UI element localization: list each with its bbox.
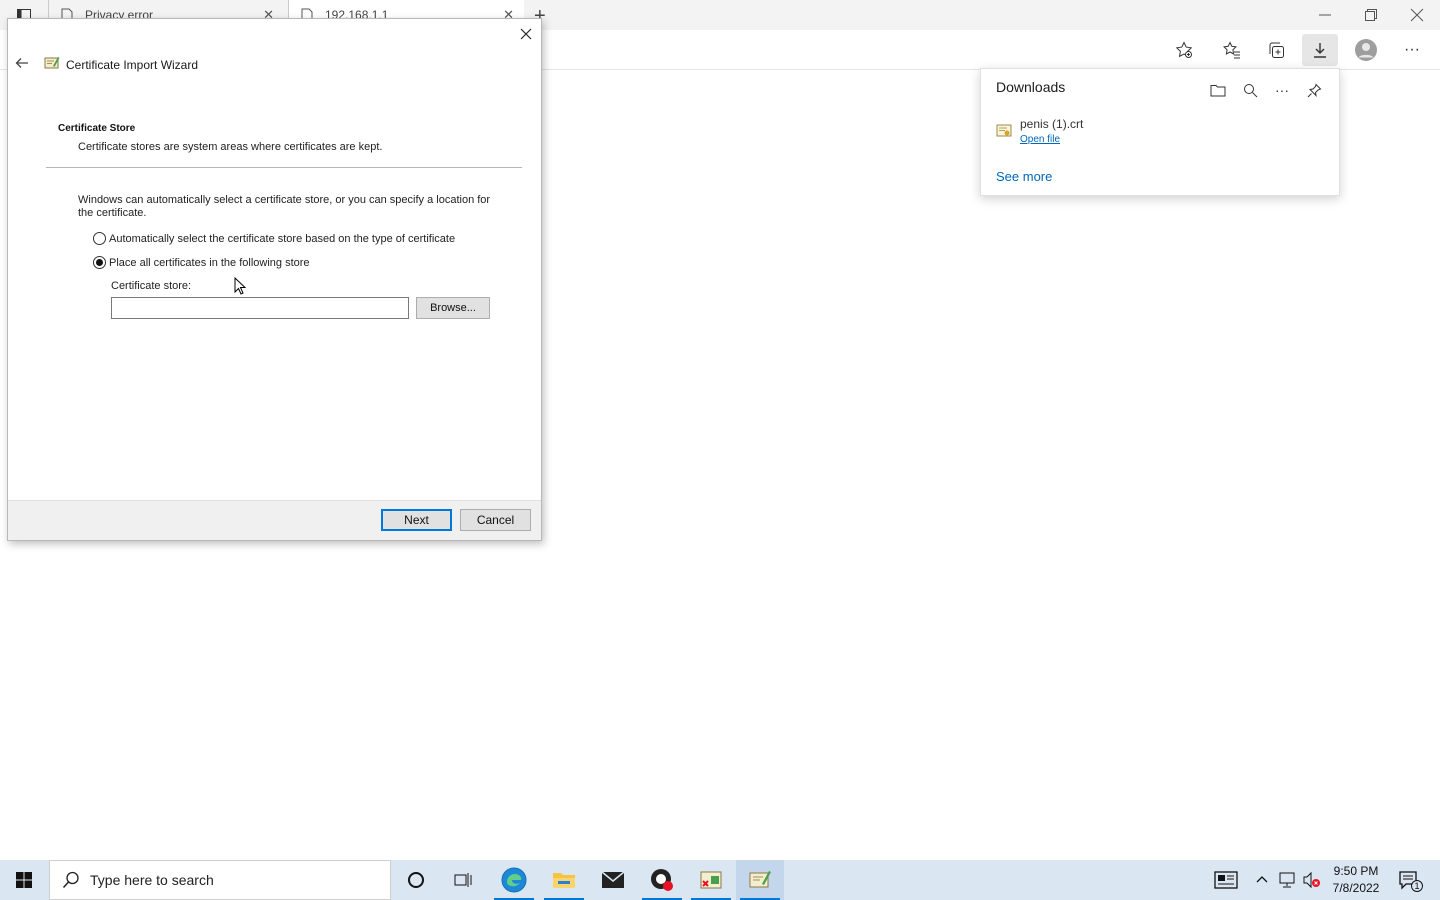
separator xyxy=(46,167,522,168)
taskbar: Type here to search 9:50 PM 7/8/2022 1 xyxy=(0,860,1440,900)
certificate-wizard-icon xyxy=(44,55,60,71)
system-clock[interactable]: 9:50 PM 7/8/2022 xyxy=(1326,863,1386,897)
download-file-name[interactable]: penis (1).crt xyxy=(1020,117,1083,131)
action-center-icon[interactable]: 1 xyxy=(1398,870,1423,892)
show-hidden-icons-icon[interactable] xyxy=(1256,874,1268,884)
radio-place-all[interactable] xyxy=(93,256,106,269)
section-description: Certificate stores are system areas wher… xyxy=(78,141,383,153)
task-view-icon[interactable] xyxy=(440,860,488,900)
cortana-icon[interactable] xyxy=(392,860,440,900)
network-icon[interactable] xyxy=(1278,871,1296,889)
option-auto-select[interactable]: Automatically select the certificate sto… xyxy=(93,232,455,245)
option-auto-label: Automatically select the certificate sto… xyxy=(109,232,456,245)
more-options-icon[interactable]: ··· xyxy=(1269,77,1295,103)
dialog-close-icon[interactable] xyxy=(519,27,533,41)
certificate-store-input[interactable] xyxy=(111,297,409,319)
pin-icon[interactable] xyxy=(1301,77,1327,103)
back-arrow-icon[interactable] xyxy=(15,57,29,69)
search-icon xyxy=(62,871,80,889)
mail-icon[interactable] xyxy=(589,860,637,900)
news-and-interests-icon[interactable] xyxy=(1214,871,1238,889)
search-placeholder: Type here to search xyxy=(90,872,214,888)
start-button[interactable] xyxy=(0,860,48,900)
see-more-link[interactable]: See more xyxy=(996,169,1052,184)
notification-count-badge: 1 xyxy=(1411,880,1423,892)
collections-icon[interactable] xyxy=(1260,34,1292,66)
browse-button[interactable]: Browse... xyxy=(416,297,490,319)
option-place-all[interactable]: Place all certificates in the following … xyxy=(93,256,310,269)
certificate-store-label: Certificate store: xyxy=(111,280,192,292)
certificate-wizard-taskbar-icon[interactable] xyxy=(736,860,784,900)
file-explorer-icon[interactable] xyxy=(540,860,588,900)
clock-date: 7/8/2022 xyxy=(1332,881,1380,895)
restore-icon[interactable] xyxy=(1364,8,1378,22)
profile-avatar-icon[interactable] xyxy=(1350,34,1382,66)
settings-more-icon[interactable]: ··· xyxy=(1396,34,1428,66)
certificate-manager-icon[interactable] xyxy=(687,860,735,900)
open-file-link[interactable]: Open file xyxy=(1020,134,1060,145)
certificate-import-wizard-dialog: Certificate Import Wizard Certificate St… xyxy=(7,18,542,541)
downloads-panel: Downloads ··· penis (1).crt Open file Se… xyxy=(980,68,1340,196)
add-favorite-icon[interactable] xyxy=(1168,34,1200,66)
clock-time: 9:50 PM xyxy=(1333,864,1379,878)
taskbar-search-box[interactable]: Type here to search xyxy=(49,860,391,900)
app-icon-red[interactable] xyxy=(638,860,686,900)
downloads-icon[interactable] xyxy=(1302,34,1338,66)
mouse-cursor-icon xyxy=(234,277,246,295)
section-title: Certificate Store xyxy=(58,123,136,134)
next-button[interactable]: Next xyxy=(381,509,452,531)
certificate-file-icon xyxy=(996,123,1012,139)
favorites-icon[interactable] xyxy=(1216,34,1248,66)
cancel-button[interactable]: Cancel xyxy=(460,509,531,531)
minimize-icon[interactable] xyxy=(1318,4,1332,24)
edge-browser-icon[interactable] xyxy=(490,860,538,900)
open-folder-icon[interactable] xyxy=(1205,77,1231,103)
radio-auto-select[interactable] xyxy=(93,232,106,245)
downloads-title: Downloads xyxy=(996,79,1066,95)
dialog-title: Certificate Import Wizard xyxy=(66,58,199,72)
volume-muted-icon[interactable] xyxy=(1302,871,1322,889)
search-downloads-icon[interactable] xyxy=(1237,77,1263,103)
option-place-label: Place all certificates in the following … xyxy=(109,256,310,269)
window-close-icon[interactable] xyxy=(1410,8,1424,22)
info-text: Windows can automatically select a certi… xyxy=(78,194,491,219)
